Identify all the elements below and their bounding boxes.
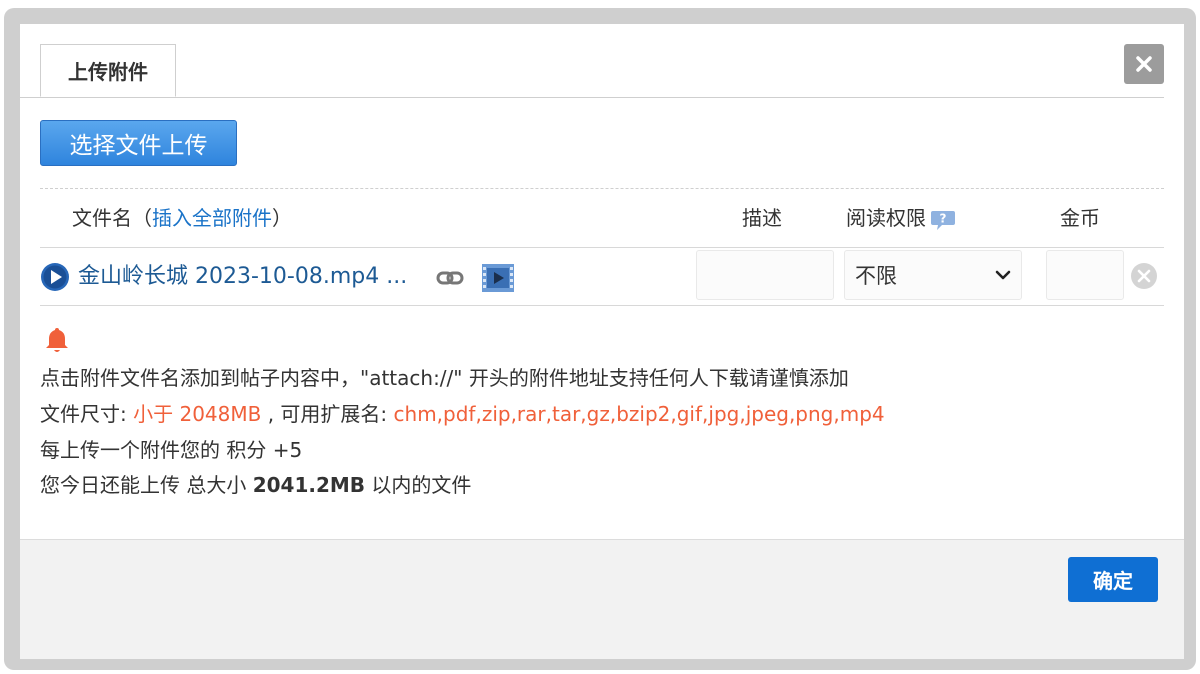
extensions-value: chm,pdf,zip,rar,tar,gz,bzip2,gif,jpg,jpe… (393, 402, 885, 426)
play-icon (41, 263, 69, 291)
help-icon[interactable]: ? (930, 209, 956, 231)
insert-all-attachments-link[interactable]: 插入全部附件 (152, 206, 272, 230)
notice-file-size: 文件尺寸: 小于 2048MB , 可用扩展名: chm,pdf,zip,rar… (40, 400, 885, 428)
video-icon[interactable] (482, 264, 514, 292)
remove-icon[interactable] (1130, 262, 1158, 290)
notice-attach-hint: 点击附件文件名添加到帖子内容中，"attach://" 开头的附件地址支持任何人… (40, 366, 849, 390)
header-divider (40, 247, 1164, 248)
description-column-header: 描述 (742, 206, 782, 230)
row-divider (40, 305, 1164, 306)
read-permission-value: 不限 (855, 264, 897, 288)
filename-column-header: 文件名（插入全部附件） (72, 204, 292, 232)
notice-remaining-size: 您今日还能上传 总大小 2041.2MB 以内的文件 (40, 471, 471, 499)
attachment-file-name[interactable]: 金山岭长城 2023-10-08.mp4 ... (78, 262, 407, 292)
dialog-footer: 确定 (20, 539, 1184, 659)
remaining-suffix: 以内的文件 (365, 473, 472, 497)
bell-icon (46, 328, 68, 352)
extensions-label: , 可用扩展名: (261, 402, 394, 426)
tab-bar: 上传附件 (20, 24, 1164, 98)
link-icon[interactable] (436, 269, 464, 287)
filename-label-suffix: ） (272, 206, 292, 230)
read-permission-column-header: 阅读权限 ? (846, 204, 956, 232)
chevron-down-icon (995, 270, 1011, 280)
read-permission-label: 阅读权限 (846, 206, 926, 230)
confirm-button[interactable]: 确定 (1068, 557, 1158, 602)
filename-label: 文件名（ (72, 206, 152, 230)
close-icon (1136, 56, 1152, 72)
tab-upload-attachment[interactable]: 上传附件 (40, 44, 176, 97)
read-permission-select[interactable]: 不限 (844, 250, 1022, 300)
select-file-upload-button[interactable]: 选择文件上传 (40, 120, 237, 166)
divider (40, 188, 1164, 189)
coins-input[interactable] (1046, 250, 1124, 300)
description-input[interactable] (696, 250, 834, 300)
remaining-label: 您今日还能上传 总大小 (40, 473, 253, 497)
svg-text:?: ? (940, 211, 947, 225)
notice-points: 每上传一个附件您的 积分 +5 (40, 438, 303, 462)
coins-column-header: 金币 (1060, 206, 1100, 230)
close-button[interactable] (1124, 44, 1164, 84)
file-size-value: 小于 2048MB (133, 402, 262, 426)
upload-attachment-dialog: 上传附件 选择文件上传 文件名（插入全部附件） 描述 阅读权限 ? 金币 金山岭… (20, 24, 1184, 659)
file-size-label: 文件尺寸: (40, 402, 134, 426)
remaining-size-value: 2041.2MB (252, 473, 366, 497)
